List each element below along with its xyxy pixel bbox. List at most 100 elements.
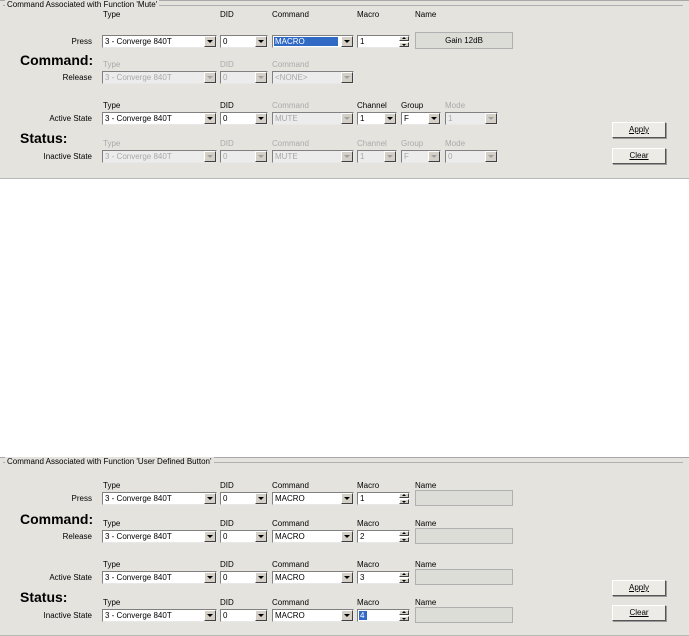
chevron-down-icon[interactable] <box>428 113 440 124</box>
active-command-select[interactable]: MUTE <box>272 112 354 125</box>
chevron-down-icon[interactable] <box>255 572 267 583</box>
chevron-down-icon[interactable] <box>341 36 353 47</box>
chevron-down-icon[interactable] <box>341 72 353 83</box>
release-type-select[interactable]: 3 - Converge 840T <box>102 530 217 543</box>
inactive-state-label: Inactive State <box>43 152 92 161</box>
active-did-select[interactable]: 0 <box>220 112 268 125</box>
chevron-down-icon[interactable] <box>341 610 353 621</box>
press-command-select[interactable]: MACRO <box>272 35 354 48</box>
press-type-select[interactable]: 3 - Converge 840T <box>102 492 217 505</box>
clear-button[interactable]: Clear <box>612 148 666 164</box>
spin-down-icon[interactable] <box>399 499 409 504</box>
type-header: Type <box>103 101 121 110</box>
chevron-down-icon[interactable] <box>255 151 267 162</box>
chevron-down-icon[interactable] <box>204 36 216 47</box>
apply-button[interactable]: Apply <box>612 122 666 138</box>
spin-up-icon[interactable] <box>399 493 409 498</box>
chevron-down-icon[interactable] <box>204 493 216 504</box>
spin-up-icon[interactable] <box>399 610 409 615</box>
chevron-down-icon[interactable] <box>384 151 396 162</box>
clear-button[interactable]: Clear <box>612 605 666 621</box>
release-command-select[interactable]: <NONE> <box>272 71 354 84</box>
macro-header: Macro <box>357 10 380 19</box>
spin-down-icon[interactable] <box>399 616 409 621</box>
spin-up-icon[interactable] <box>399 572 409 577</box>
spin-up-icon[interactable] <box>399 531 409 536</box>
active-mode-select[interactable]: 1 <box>445 112 498 125</box>
chevron-down-icon[interactable] <box>255 113 267 124</box>
release-label: Release <box>62 532 92 541</box>
chevron-down-icon[interactable] <box>255 493 267 504</box>
inactive-group-select[interactable]: F <box>401 150 441 163</box>
macro-header: Macro <box>357 519 380 528</box>
press-command-select[interactable]: MACRO <box>272 492 354 505</box>
type-header: Type <box>103 60 121 69</box>
spin-up-icon[interactable] <box>399 36 409 41</box>
release-did-select[interactable]: 0 <box>220 530 268 543</box>
chevron-down-icon[interactable] <box>255 72 267 83</box>
mode-header: Mode <box>445 139 466 148</box>
chevron-down-icon[interactable] <box>341 572 353 583</box>
did-header: DID <box>220 481 234 490</box>
chevron-down-icon[interactable] <box>255 36 267 47</box>
command-section-label: Command: <box>20 511 94 527</box>
chevron-down-icon[interactable] <box>255 531 267 542</box>
active-channel-select[interactable]: 1 <box>357 112 397 125</box>
chevron-down-icon[interactable] <box>485 151 497 162</box>
press-did-select[interactable]: 0 <box>220 492 268 505</box>
user-defined-command-panel: Command Associated with Function 'User D… <box>0 457 689 636</box>
press-macro-stepper[interactable]: 1 <box>357 492 410 505</box>
inactive-command-select[interactable]: MUTE <box>272 150 354 163</box>
press-name-field: Gain 12dB <box>415 32 513 49</box>
chevron-down-icon[interactable] <box>428 151 440 162</box>
chevron-down-icon[interactable] <box>204 113 216 124</box>
release-did-select[interactable]: 0 <box>220 71 268 84</box>
chevron-down-icon[interactable] <box>341 151 353 162</box>
active-name-field <box>415 569 513 585</box>
inactive-did-select[interactable]: 0 <box>220 609 268 622</box>
inactive-did-select[interactable]: 0 <box>220 150 268 163</box>
inactive-mode-select[interactable]: 0 <box>445 150 498 163</box>
spin-down-icon[interactable] <box>399 537 409 542</box>
spin-down-icon[interactable] <box>399 42 409 47</box>
did-header: DID <box>220 10 234 19</box>
press-type-select[interactable]: 3 - Converge 840T <box>102 35 217 48</box>
active-type-select[interactable]: 3 - Converge 840T <box>102 571 217 584</box>
chevron-down-icon[interactable] <box>255 610 267 621</box>
chevron-down-icon[interactable] <box>341 531 353 542</box>
active-did-select[interactable]: 0 <box>220 571 268 584</box>
chevron-down-icon[interactable] <box>204 610 216 621</box>
macro-header: Macro <box>357 481 380 490</box>
chevron-down-icon[interactable] <box>204 72 216 83</box>
press-did-select[interactable]: 0 <box>220 35 268 48</box>
inactive-type-select[interactable]: 3 - Converge 840T <box>102 150 217 163</box>
inactive-macro-stepper[interactable]: 4 <box>357 609 410 622</box>
inactive-channel-select[interactable]: 1 <box>357 150 397 163</box>
mode-header: Mode <box>445 101 466 110</box>
active-type-select[interactable]: 3 - Converge 840T <box>102 112 217 125</box>
command-header: Command <box>272 60 309 69</box>
chevron-down-icon[interactable] <box>341 113 353 124</box>
chevron-down-icon[interactable] <box>204 151 216 162</box>
press-macro-stepper[interactable]: 1 <box>357 35 410 48</box>
command-header: Command <box>272 560 309 569</box>
release-macro-stepper[interactable]: 2 <box>357 530 410 543</box>
inactive-command-select[interactable]: MACRO <box>272 609 354 622</box>
chevron-down-icon[interactable] <box>485 113 497 124</box>
inactive-type-select[interactable]: 3 - Converge 840T <box>102 609 217 622</box>
inactive-name-field <box>415 607 513 623</box>
spin-down-icon[interactable] <box>399 578 409 583</box>
group-header: Group <box>401 139 424 148</box>
chevron-down-icon[interactable] <box>204 531 216 542</box>
chevron-down-icon[interactable] <box>384 113 396 124</box>
active-group-select[interactable]: F <box>401 112 441 125</box>
apply-button[interactable]: Apply <box>612 580 666 596</box>
release-command-select[interactable]: MACRO <box>272 530 354 543</box>
chevron-down-icon[interactable] <box>204 572 216 583</box>
release-type-select[interactable]: 3 - Converge 840T <box>102 71 217 84</box>
chevron-down-icon[interactable] <box>341 493 353 504</box>
active-command-select[interactable]: MACRO <box>272 571 354 584</box>
did-header: DID <box>220 60 234 69</box>
active-macro-stepper[interactable]: 3 <box>357 571 410 584</box>
channel-header: Channel <box>357 139 387 148</box>
